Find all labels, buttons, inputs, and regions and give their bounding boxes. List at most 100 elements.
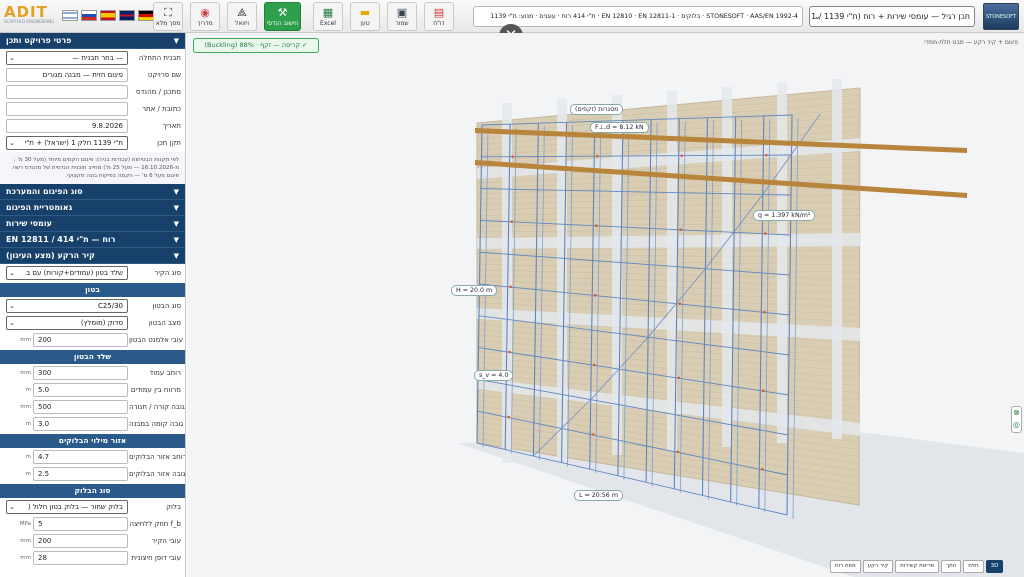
project-field-3-input[interactable] (6, 85, 128, 99)
frame-field-2-input[interactable]: 5.0 (33, 383, 128, 397)
block-field-1-value: בלוק שחור — בלוק בטון חלול ( (27, 503, 123, 511)
concrete-field-3-unit: mm (20, 337, 31, 343)
tab-1[interactable]: חזית (963, 560, 984, 573)
infill-field-1-input[interactable]: 4.7 (33, 450, 128, 464)
project-field-6-label: תקן תכן (157, 139, 181, 147)
pdf-icon: ▤ (433, 6, 445, 19)
project-field-6-select[interactable]: ⌄ ת"י 1139 חלק 1 (ישראל) + ת"י (6, 136, 128, 150)
infill-field-1-unit: m (25, 454, 31, 460)
label-frames: מסגרות (זקפים) (570, 104, 624, 115)
block-field-3-input[interactable]: 200 (33, 534, 128, 548)
close-circle-icon[interactable]: ⊗ (1012, 407, 1021, 419)
project-field-5-label: תאריך (162, 122, 181, 130)
block-field-4-input[interactable]: 28 (33, 551, 128, 565)
label-force: F⊥,d = 8.12 kN (590, 122, 649, 133)
frame-field-1-input[interactable]: 300 (33, 366, 128, 380)
section-collapsed-2[interactable]: ▼ גאומטריית הפיגום (0, 200, 185, 216)
project-field-5-value: 9.8.2026 (91, 122, 123, 130)
section-title: רוח — ת"י 414 / EN 12811 (6, 235, 116, 244)
block-field-1-select[interactable]: ⌄ בלוק שחור — בלוק בטון חלול ( (6, 500, 128, 514)
target-icon[interactable]: ◎ (1012, 419, 1021, 431)
project-field-1-label: תבנית התחלה (138, 54, 181, 62)
wall-anchor (679, 228, 683, 231)
wall-type-select[interactable]: ⌄ שלד בטון (עמודים+קורות) עם ב (6, 266, 128, 280)
chevron-down-icon: ⌄ (9, 319, 15, 327)
germany-flag[interactable] (138, 10, 154, 21)
frame-field-2-label: מרווח בין עמודים (130, 386, 181, 394)
app-window: ADIT SCAFFOLD ENGINEERING ⛶ מסך מלא ◉ מדריך… (0, 0, 1024, 577)
tab-0[interactable]: 3D (985, 560, 1004, 573)
project-field-5-input[interactable]: 9.8.2026 (6, 119, 128, 133)
infill-field-2-input[interactable]: 2.5 (33, 467, 128, 481)
russia-flag[interactable] (81, 10, 97, 21)
wall-anchor (678, 302, 682, 306)
drawings-button[interactable]: ⟁ ויזואל (227, 2, 257, 31)
section-wall[interactable]: ▼ קיר הרקע (מצע העיגון) (0, 248, 185, 264)
fullscreen-button[interactable]: ⛶ מסך מלא (153, 2, 183, 31)
israel-flag[interactable] (62, 10, 78, 21)
block-field-3-value: 200 (38, 537, 52, 545)
block-field-4-label: עובי דופן חיצונית (131, 554, 181, 562)
project-field-4-input[interactable] (6, 102, 128, 116)
section-project[interactable]: ▼ פרטי פרויקט ותכן (0, 33, 185, 49)
tab-5[interactable]: מפת רוח (830, 560, 861, 573)
frame-field-4-input[interactable]: 3.0 (33, 417, 128, 431)
chevron-down-icon: ⌄ (9, 54, 15, 62)
report-button[interactable]: ▤ דו"ח (424, 2, 454, 31)
block-field-4-row: עובי דופן חיצונית mm 28 (0, 550, 185, 566)
block-field-2-row: חוזק ללחיצה f_b MPa 5 (0, 516, 185, 532)
wall-anchor (507, 415, 510, 419)
language-flags (62, 10, 154, 21)
tab-2[interactable]: חתך (941, 560, 962, 573)
chevron-down-icon: ⌄ (814, 12, 821, 21)
infill-field-1-label: רוחב אזור הבלוקים (129, 453, 186, 461)
folder-icon: ▬ (359, 6, 371, 19)
wall-anchor (508, 350, 511, 354)
structural-calc-button[interactable]: ⚒ חישוב הנדסי (264, 2, 301, 31)
frame-field-3-label: גובה קורה / חגורה (129, 403, 185, 411)
frame-field-1-label: רוחב עמוד (149, 369, 181, 377)
side-toolbar[interactable]: ⊗ ◎ (1011, 406, 1022, 433)
section-collapsed-4[interactable]: ▼ רוח — ת"י 414 / EN 12811 (0, 232, 185, 248)
standards-summary: STONESOFT · AAS/EN 1992-4 · בלוקים · EN … (473, 6, 803, 27)
infill-field-1-value: 4.7 (38, 453, 50, 461)
caret-icon: ▼ (173, 252, 179, 260)
frame-field-3-input[interactable]: 500 (33, 400, 128, 414)
guide-button[interactable]: ◉ מדריך (190, 2, 220, 31)
concrete-field-2-label: מצב הבטון (148, 319, 181, 327)
concrete-field-3-input[interactable]: 200 (33, 333, 128, 347)
concrete-field-1-value: C25/30 (97, 302, 123, 310)
caret-icon: ▼ (173, 236, 179, 244)
design-case-select[interactable]: ⌄ תכן רגיל — עומסי שירות + רוח (ת"י 1139 … (809, 6, 975, 27)
project-field-2-input[interactable]: פיגום חזית — מבנה מגורים (6, 68, 128, 82)
tab-3[interactable]: פריסת קשירות (895, 560, 940, 573)
excel-button[interactable]: ▦ Excel (313, 2, 343, 31)
concrete-field-1-select[interactable]: ⌄ C25/30 (6, 299, 128, 313)
section-collapsed-3[interactable]: ▼ עומסי שירות (0, 216, 185, 232)
wall-anchor (592, 363, 596, 367)
concrete-field-2-select[interactable]: ⌄ סדוק (מומלץ) (6, 316, 128, 330)
wall-anchor (594, 224, 598, 228)
project-field-4-label: כתובת / אתר (142, 105, 181, 113)
spain-flag[interactable] (100, 10, 116, 21)
concrete-field-3-value: 200 (38, 336, 52, 344)
wall-anchor (764, 232, 767, 235)
view-tabs: מפת רוח קיר רקע פריסת קשירות חתך חזית 3D (830, 560, 1004, 573)
save-button[interactable]: ▣ שמור (387, 2, 417, 31)
settings-panel[interactable]: ▼ פרטי פרויקט ותכן תבנית התחלה ⌄ — בחר תבני… (0, 33, 186, 577)
project-field-2-row: שם פרויקט פיגום חזית — מבנה מגורים (0, 67, 185, 83)
uk-flag[interactable] (119, 10, 135, 21)
frame-field-2-value: 5.0 (38, 386, 50, 394)
block-field-2-input[interactable]: 5 (33, 517, 128, 531)
wall-anchor (591, 433, 595, 436)
load-button[interactable]: ▬ טען (350, 2, 380, 31)
caret-icon: ▼ (173, 204, 179, 212)
block-field-3-row: עובי הקיר mm 200 (0, 533, 185, 549)
section-collapsed-1[interactable]: ▼ סוג הפיגום והמערכת (0, 184, 185, 200)
project-field-1-row: תבנית התחלה ⌄ — בחר תבנית — (0, 50, 185, 66)
project-field-1-select[interactable]: ⌄ — בחר תבנית — (6, 51, 128, 65)
project-field-1-value: — בחר תבנית — (72, 54, 123, 62)
wall-anchor (680, 154, 684, 157)
frame-field-4-unit: m (25, 421, 31, 427)
tab-4[interactable]: קיר רקע (862, 560, 894, 573)
